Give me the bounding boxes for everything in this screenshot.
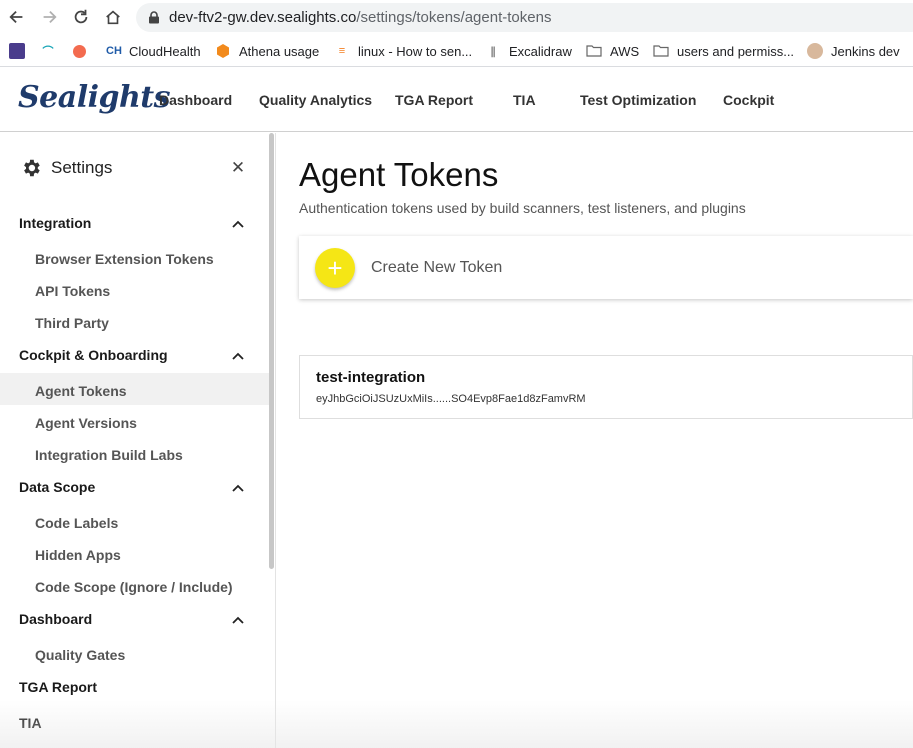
lasso-icon: ⌒ (42, 46, 54, 58)
close-icon[interactable]: ✕ (230, 158, 246, 177)
sidebar-item-hidden-apps[interactable]: Hidden Apps (35, 547, 121, 563)
bookmark-lasso[interactable]: ⌒ (40, 41, 64, 61)
ch-icon: CH (106, 45, 122, 57)
token-name: test-integration (316, 369, 426, 386)
sidebar-scrollbar[interactable] (269, 133, 274, 569)
excalidraw-icon: ∥ (490, 45, 496, 58)
sidebar-item-agent-versions[interactable]: Agent Versions (35, 415, 137, 431)
forward-icon[interactable] (39, 7, 59, 27)
section-tga-report[interactable]: TGA Report (19, 679, 97, 695)
chevron-up-icon[interactable] (232, 484, 244, 492)
sidebar-item-code-scope[interactable]: Code Scope (Ignore / Include) (35, 579, 233, 595)
add-token-button[interactable]: + (315, 248, 355, 288)
sidebar-item-agent-tokens[interactable]: Agent Tokens (35, 383, 127, 399)
create-token-label[interactable]: Create New Token (371, 259, 502, 277)
bookmark-aws[interactable]: AWS (586, 41, 639, 61)
bookmark-users-permissions[interactable]: users and permiss... (653, 41, 794, 61)
bookmark-label: Athena usage (239, 43, 320, 59)
page-subtitle: Authentication tokens used by build scan… (299, 200, 746, 216)
bookmark-label: users and permiss... (677, 43, 795, 59)
stackoverflow-icon: ≡ (338, 45, 346, 57)
settings-header: Settings (20, 157, 112, 179)
page-title: Agent Tokens (299, 156, 499, 193)
settings-title: Settings (51, 158, 113, 177)
sidebar-item-integration-build-labs[interactable]: Integration Build Labs (35, 447, 183, 463)
bookmark-label: AWS (610, 43, 640, 59)
nav-tia[interactable]: TIA (513, 92, 536, 108)
sealights-logo[interactable]: Sealights (18, 80, 171, 115)
create-token-card[interactable]: + Create New Token (299, 236, 913, 299)
section-tia[interactable]: TIA (19, 715, 42, 731)
bookmark-speech[interactable] (73, 41, 94, 61)
folder-icon (586, 43, 602, 59)
nav-test-optimization[interactable]: Test Optimization (580, 92, 696, 108)
bookmark-linux[interactable]: ≡ linux - How to sen... (334, 41, 472, 61)
bookmarks-bar: ⌒ CH CloudHealth Athena usage ≡ linux - … (0, 35, 913, 67)
section-dashboard[interactable]: Dashboard (19, 611, 92, 627)
url-path: /settings/tokens/agent-tokens (356, 9, 552, 26)
nav-dashboard[interactable]: Dashboard (159, 92, 232, 108)
nav-cockpit[interactable]: Cockpit (723, 92, 774, 108)
sidebar-item-code-labels[interactable]: Code Labels (35, 515, 118, 531)
sidebar-item-quality-gates[interactable]: Quality Gates (35, 647, 125, 663)
chevron-up-icon[interactable] (232, 616, 244, 624)
gear-icon (24, 159, 40, 177)
back-icon[interactable] (7, 7, 27, 27)
nav-tga-report[interactable]: TGA Report (395, 92, 473, 108)
reload-icon[interactable] (71, 7, 91, 27)
lock-icon (149, 11, 159, 24)
sidebar-item-third-party[interactable]: Third Party (35, 315, 109, 331)
settings-sidebar: Settings ✕ Integration Browser Extension… (0, 133, 276, 748)
home-icon[interactable] (103, 7, 123, 27)
bookmark-athena[interactable]: Athena usage (215, 41, 319, 61)
bookmark-excalidraw[interactable]: ∥ Excalidraw (485, 41, 572, 61)
address-bar[interactable]: dev-ftv2-gw.dev.sealights.co/settings/to… (136, 3, 913, 32)
bookmark-label: CloudHealth (129, 43, 201, 59)
url-host: dev-ftv2-gw.dev.sealights.co (169, 9, 357, 26)
chevron-up-icon[interactable] (232, 220, 244, 228)
athena-icon (215, 43, 231, 59)
bookmark-app[interactable] (9, 41, 33, 61)
token-value[interactable]: eyJhbGciOiJSUzUxMiIs......SO4Evp8Fae1d8z… (316, 393, 586, 405)
bookmark-label: Jenkins dev (831, 43, 900, 59)
bookmark-jenkins[interactable]: Jenkins dev (807, 41, 900, 61)
bookmark-cloudhealth[interactable]: CH CloudHealth (105, 41, 201, 61)
speech-bubble-icon (73, 44, 86, 58)
jenkins-icon (807, 43, 823, 59)
bookmark-label: linux - How to sen... (358, 43, 473, 59)
app-header: Sealights Dashboard Quality Analytics TG… (0, 68, 913, 132)
url-text: dev-ftv2-gw.dev.sealights.co/settings/to… (169, 9, 551, 26)
app-icon (9, 43, 25, 59)
folder-icon (653, 43, 669, 59)
bookmark-label: Excalidraw (509, 43, 572, 59)
sidebar-item-api-tokens[interactable]: API Tokens (35, 283, 110, 299)
plus-icon: + (327, 253, 343, 283)
section-data-scope[interactable]: Data Scope (19, 479, 95, 495)
token-card[interactable]: test-integration eyJhbGciOiJSUzUxMiIs...… (299, 355, 913, 419)
browser-toolbar: dev-ftv2-gw.dev.sealights.co/settings/to… (0, 0, 913, 35)
chevron-up-icon[interactable] (232, 352, 244, 360)
section-integration[interactable]: Integration (19, 215, 91, 231)
sidebar-item-browser-extension-tokens[interactable]: Browser Extension Tokens (35, 251, 214, 267)
section-cockpit-onboarding[interactable]: Cockpit & Onboarding (19, 347, 168, 363)
nav-quality-analytics[interactable]: Quality Analytics (259, 92, 372, 108)
